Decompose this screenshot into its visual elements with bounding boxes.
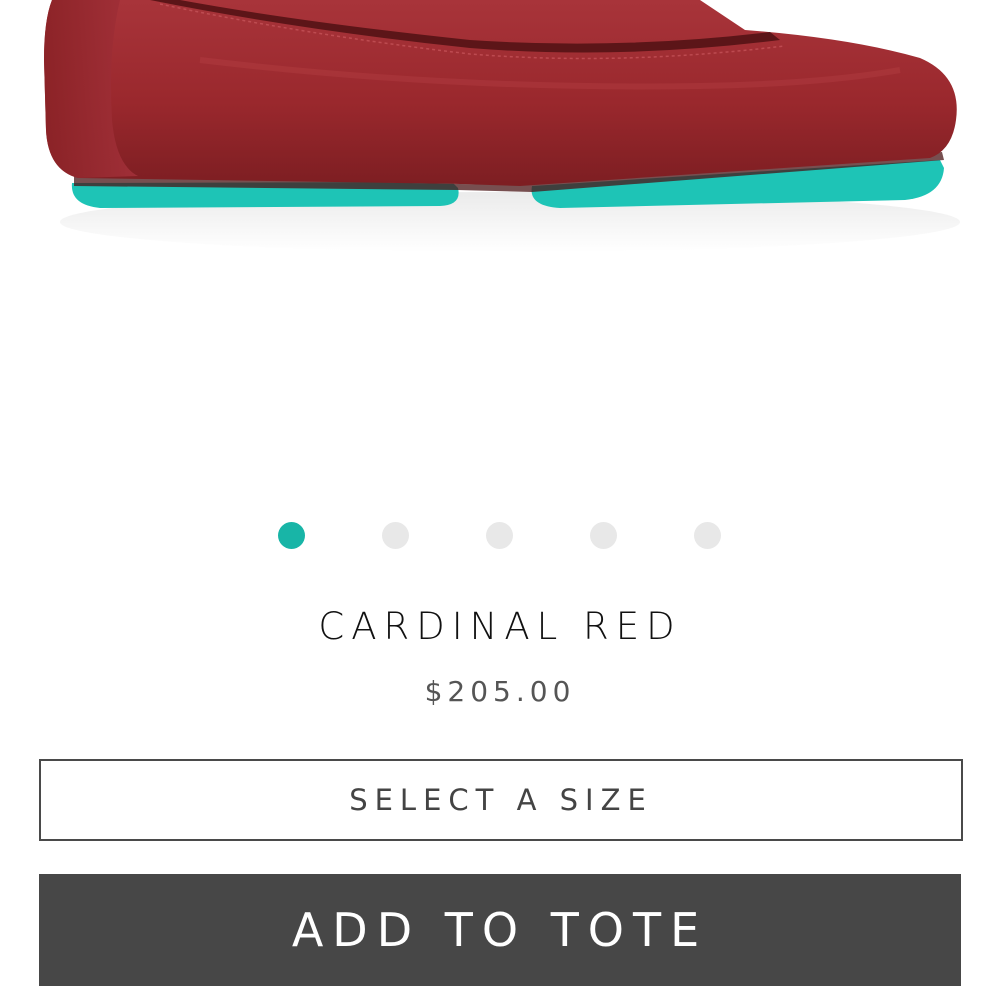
carousel-dot-3[interactable]	[486, 522, 513, 549]
add-to-tote-label: ADD TO TOTE	[291, 903, 709, 957]
carousel-dot-2[interactable]	[382, 522, 409, 549]
product-image[interactable]	[0, 0, 1000, 470]
ballet-flat-shoe-image	[44, 0, 960, 252]
add-to-tote-button[interactable]: ADD TO TOTE	[39, 874, 961, 986]
select-size-button[interactable]: SELECT A SIZE	[39, 759, 963, 841]
select-size-label: SELECT A SIZE	[349, 783, 653, 817]
shoe-upper-icon	[44, 0, 957, 186]
product-price: $205.00	[424, 675, 576, 708]
carousel-dots	[0, 522, 1000, 550]
carousel-dot-1[interactable]	[278, 522, 305, 549]
carousel-dot-4[interactable]	[590, 522, 617, 549]
carousel-dot-5[interactable]	[694, 522, 721, 549]
product-name: CARDINAL RED	[318, 605, 682, 648]
